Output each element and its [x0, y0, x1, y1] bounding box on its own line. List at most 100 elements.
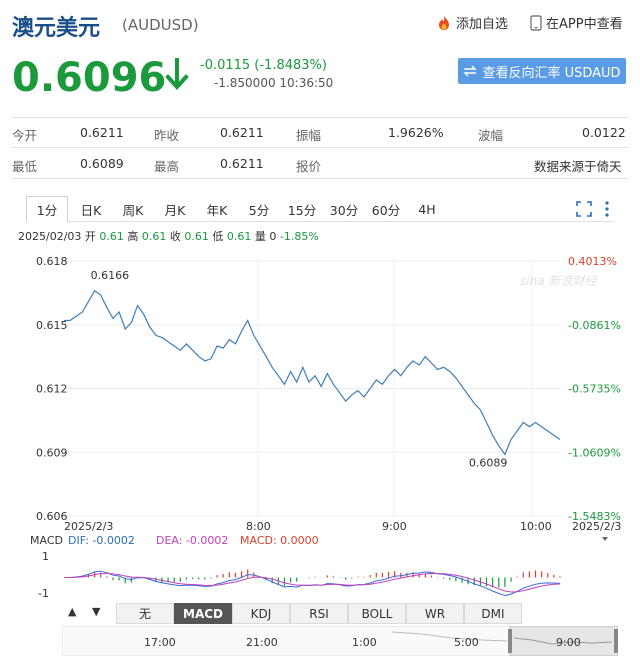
tab-30min[interactable]: 30分: [326, 196, 362, 222]
swap-icon: [463, 65, 478, 77]
ohlc-close: 0.61: [184, 230, 209, 243]
nav-time-2: 21:00: [246, 636, 278, 649]
stat-label-high: 最高: [154, 159, 180, 174]
navigator-left-handle[interactable]: [508, 629, 512, 653]
high-annotation: 0.6166: [91, 269, 129, 282]
pct-axis-ticks: 0.4013%-0.0861%-0.5735%-1.0609%-1.5483%: [568, 255, 621, 523]
ohlc-low-label: 低: [212, 230, 224, 243]
watermark: sina 新浪财经: [520, 274, 598, 288]
x-tick-label: 9:00: [382, 520, 407, 533]
ohlc-date: 2025/02/03: [18, 230, 82, 243]
tab-monthly-k[interactable]: 月K: [158, 196, 192, 222]
divider: [12, 117, 628, 118]
symbol-code: (AUDUSD): [122, 16, 199, 34]
ohlc-open: 0.61: [99, 230, 124, 243]
pct-tick-label: 0.4013%: [568, 255, 617, 268]
ohlc-high: 0.61: [141, 230, 167, 243]
tab-1min[interactable]: 1分: [26, 196, 68, 223]
nav-time-3: 1:00: [352, 636, 377, 649]
ohlc-pct: -1.85%: [279, 230, 319, 243]
chart-grid: [64, 260, 560, 517]
nav-time-5: 9:00: [556, 636, 581, 649]
macd-collapse-icon[interactable]: [602, 537, 608, 541]
macd-tick-label: -1: [38, 587, 49, 600]
macd-label: MACD: [30, 534, 63, 547]
y-tick-label: 0.618: [36, 255, 68, 268]
reverse-rate-button[interactable]: 查看反向汇率 USDAUD: [458, 58, 626, 84]
open-app-button[interactable]: 在APP中查看: [530, 13, 623, 32]
low-annotation: 0.6089: [469, 456, 508, 469]
down-arrow-icon: [165, 58, 189, 90]
y-tick-label: 0.609: [36, 446, 68, 459]
tab-15min[interactable]: 15分: [284, 196, 320, 222]
fullscreen-icon[interactable]: [576, 201, 592, 217]
indicator-rsi[interactable]: RSI: [290, 603, 348, 624]
macd-axis-ticks: 1 -1: [38, 550, 49, 600]
pct-tick-label: -0.5735%: [568, 383, 621, 396]
indicator-boll[interactable]: BOLL: [348, 603, 406, 624]
nav-time-4: 5:00: [454, 636, 479, 649]
divider: [12, 147, 628, 148]
nav-time-1: 17:00: [144, 636, 176, 649]
navigator-right-handle[interactable]: [614, 629, 618, 653]
indicator-tabs: 无 MACD KDJ RSI BOLL WR DMI: [66, 603, 618, 625]
stat-label-quote: 报价: [296, 159, 322, 174]
indicator-wr[interactable]: WR: [406, 603, 464, 624]
stat-value-source: 数据来源于倚天: [534, 159, 622, 174]
indicator-kdj[interactable]: KDJ: [232, 603, 290, 624]
tab-weekly-k[interactable]: 周K: [116, 196, 150, 222]
pct-tick-label: -0.0861%: [568, 319, 621, 332]
page-title: 澳元美元: [12, 16, 101, 41]
flame-icon: [439, 15, 449, 30]
macd-dea: DEA: -0.0002: [156, 534, 228, 547]
price-chart[interactable]: sina 新浪财经 0.618 0.615 0.612 0.609 0.606 0.40…: [0, 245, 640, 602]
stat-value-range: 0.0122: [582, 125, 626, 140]
ohlc-low: 0.61: [226, 230, 252, 243]
ohlc-open-label: 开: [84, 230, 96, 243]
stat-value-amplitude: 1.9626%: [388, 125, 444, 140]
add-favorite-button[interactable]: 添加自选: [436, 13, 508, 32]
macd-value: MACD: 0.0000: [240, 534, 319, 547]
reverse-rate-label: 查看反向汇率 USDAUD: [482, 65, 621, 81]
x-axis-ticks: 2025/2/3 8:00 9:00 10:00 2025/2/3: [64, 520, 621, 533]
ohlc-readout: 2025/02/03 开 0.61 高 0.61 收 0.61 低 0.61 量…: [18, 228, 319, 244]
open-app-label: 在APP中查看: [546, 17, 623, 32]
stat-label-open: 今开: [12, 128, 38, 143]
macd-tick-label: 1: [42, 550, 49, 563]
x-tick-label: 8:00: [246, 520, 271, 533]
tab-60min[interactable]: 60分: [368, 196, 404, 222]
tab-yearly-k[interactable]: 年K: [200, 196, 234, 222]
price-change: -0.0115 (-1.8483%): [200, 58, 327, 73]
y-axis-ticks: 0.618 0.615 0.612 0.609 0.606: [36, 255, 68, 523]
indicator-dmi[interactable]: DMI: [464, 603, 522, 624]
stat-value-prev-close: 0.6211: [220, 125, 264, 140]
current-price: 0.6096: [12, 55, 167, 101]
stat-value-open: 0.6211: [80, 125, 124, 140]
stat-value-low: 0.6089: [80, 156, 124, 171]
tab-5min[interactable]: 5分: [242, 196, 276, 222]
dea-line: [64, 572, 561, 593]
x-tick-label: 2025/2/3: [64, 520, 113, 533]
stat-label-prev-close: 昨收: [154, 128, 180, 143]
period-tabs: 1分 日K 周K 月K 年K 5分 15分 30分 60分 4H: [26, 196, 614, 223]
indicator-none[interactable]: 无: [116, 603, 174, 624]
price-line: [64, 289, 561, 456]
x-tick-label: 10:00: [520, 520, 552, 533]
ohlc-high-label: 高: [127, 230, 139, 243]
x-tick-label: 2025/2/3: [572, 520, 621, 533]
add-favorite-label: 添加自选: [456, 17, 509, 32]
tab-daily-k[interactable]: 日K: [74, 196, 108, 222]
y-tick-label: 0.606: [36, 510, 68, 523]
phone-icon: [530, 14, 542, 31]
pct-tick-label: -1.0609%: [568, 446, 621, 459]
indicator-macd[interactable]: MACD: [174, 603, 232, 624]
stat-value-high: 0.6211: [220, 156, 264, 171]
y-tick-label: 0.615: [36, 319, 68, 332]
time-navigator[interactable]: 17:00 21:00 1:00 5:00 9:00: [62, 626, 618, 656]
ohlc-close-label: 收: [169, 230, 181, 243]
ohlc-vol-label: 量: [254, 230, 266, 243]
price-change-detail: -1.850000 10:36:50: [214, 76, 334, 90]
stat-label-range: 波幅: [478, 128, 504, 143]
tab-4h[interactable]: 4H: [412, 196, 442, 222]
more-options-icon[interactable]: [604, 200, 610, 218]
